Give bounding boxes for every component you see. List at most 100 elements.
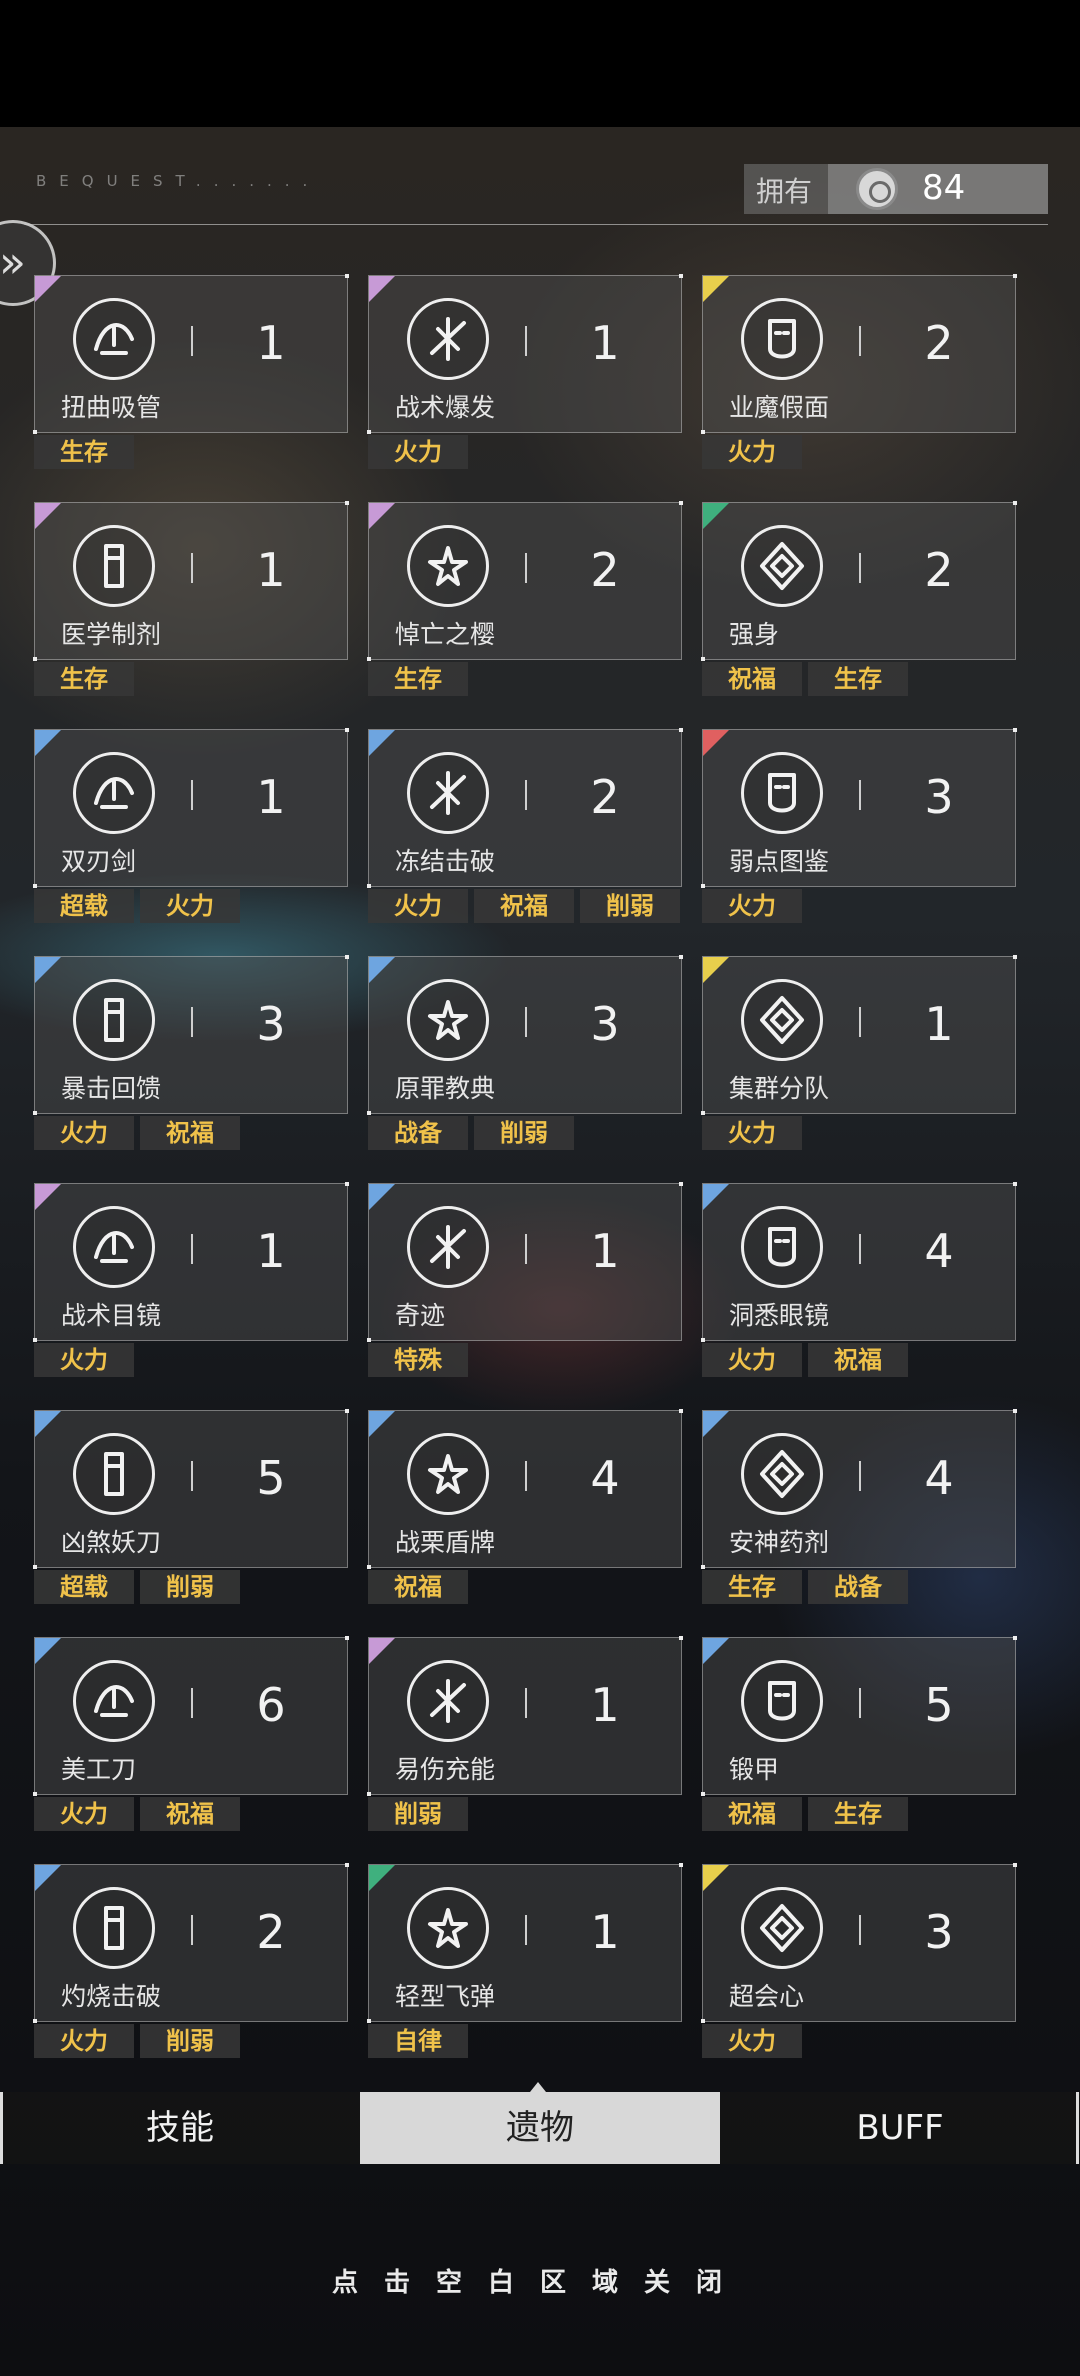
relic-tag: 生存 [368,662,468,696]
relic-card[interactable]: 2 冻结击破 [367,728,683,888]
corner-dot [701,2019,705,2023]
corner-dot [345,1409,349,1413]
corner-dot [701,430,705,434]
relic-tag: 火力 [702,1343,802,1377]
relic-card[interactable]: 1 集群分队 [701,955,1017,1115]
corner-dot [33,2019,37,2023]
relic-tag: 生存 [808,662,908,696]
corner-dot [1013,728,1017,732]
relic-tag: 火力 [702,2024,802,2058]
relic-count: 6 [256,1678,286,1732]
relic-tag: 火力 [368,889,468,923]
relic-card[interactable]: 6 美工刀 [33,1636,349,1796]
corner-dot [679,1409,683,1413]
utility-knife-icon [73,1660,155,1742]
relic-card[interactable]: 4 洞悉眼镜 [701,1182,1017,1342]
tab-buff[interactable]: BUFF [720,2092,1080,2164]
count-separator [191,1688,193,1718]
relic-name: 易伤充能 [395,1755,496,1784]
relic-count: 1 [924,997,954,1051]
top-black-bar [0,0,1080,127]
relic-count: 4 [924,1451,954,1505]
section-label: BEQUEST....... [36,172,321,190]
relic-count: 2 [924,543,954,597]
relic-card[interactable]: 3 弱点图鉴 [701,728,1017,888]
corner-dot [33,430,37,434]
relic-count: 3 [924,1905,954,1959]
relic-card[interactable]: 1 战术爆发 [367,274,683,434]
corner-dot [1013,1863,1017,1867]
relic-card[interactable]: 2 强身 [701,501,1017,661]
relic-name: 凶煞妖刀 [61,1528,162,1557]
relic-count: 1 [590,1224,620,1278]
relic-card[interactable]: 2 灼烧击破 [33,1863,349,2023]
relic-card[interactable]: 1 易伤充能 [367,1636,683,1796]
crit-feedback-icon [73,979,155,1061]
owned-value: 84 [922,168,966,208]
sin-codex-icon [407,979,489,1061]
relic-name: 战术爆发 [395,393,496,422]
relic-name: 双刃剑 [61,847,137,876]
relic-tag: 自律 [368,2024,468,2058]
rarity-marker [703,957,729,983]
tab-skills[interactable]: 技能 [0,2092,360,2164]
corner-dot [679,1182,683,1186]
relic-card[interactable]: 1 双刃剑 [33,728,349,888]
relic-card[interactable]: 3 超会心 [701,1863,1017,2023]
corner-dot [701,1565,705,1569]
relic-card[interactable]: 2 业魔假面 [701,274,1017,434]
relic-card[interactable]: 1 扭曲吸管 [33,274,349,434]
forged-armor-icon [741,1660,823,1742]
relic-name: 锻甲 [729,1755,780,1784]
corner-dot [345,1863,349,1867]
relic-card[interactable]: 2 悼亡之樱 [367,501,683,661]
relic-tag: 特殊 [368,1343,468,1377]
relic-count: 1 [590,1678,620,1732]
rarity-marker [35,1184,61,1210]
relic-card[interactable]: 3 暴击回馈 [33,955,349,1115]
relic-card[interactable]: 1 战术目镜 [33,1182,349,1342]
relic-count: 5 [924,1678,954,1732]
relic-tag: 祝福 [474,889,574,923]
relic-tag: 火力 [702,1116,802,1150]
corner-dot [367,884,371,888]
rarity-marker [369,503,395,529]
close-hint[interactable]: 点击空白区域关闭 [0,2262,1080,2299]
relic-card[interactable]: 4 安神药剂 [701,1409,1017,1569]
relic-tag: 祝福 [702,662,802,696]
relic-card[interactable]: 1 医学制剂 [33,501,349,661]
corner-dot [679,1863,683,1867]
relic-card[interactable]: 5 凶煞妖刀 [33,1409,349,1569]
relic-card[interactable]: 1 轻型飞弹 [367,1863,683,2023]
rarity-marker [369,276,395,302]
tactical-burst-icon [407,298,489,380]
medicine-bottle-icon [73,525,155,607]
count-separator [525,1007,527,1037]
corner-dot [679,501,683,505]
relic-tag: 火力 [702,889,802,923]
relic-name: 弱点图鉴 [729,847,830,876]
freeze-break-icon [407,752,489,834]
count-separator [525,1234,527,1264]
rarity-marker [369,1411,395,1437]
relic-card[interactable]: 1 奇迹 [367,1182,683,1342]
demon-mask-icon [741,298,823,380]
twisted-straw-icon [73,298,155,380]
relic-card[interactable]: 5 锻甲 [701,1636,1017,1796]
rarity-marker [369,957,395,983]
corner-dot [1013,274,1017,278]
relic-count: 5 [256,1451,286,1505]
tab-relics[interactable]: 遗物 [360,2092,720,2164]
count-separator [525,780,527,810]
corner-dot [345,728,349,732]
corner-dot [679,274,683,278]
count-separator [191,553,193,583]
corner-dot [679,728,683,732]
relic-tag: 火力 [34,2024,134,2058]
count-separator [525,1915,527,1945]
relic-tag: 超载 [34,1570,134,1604]
owned-label: 拥有 [756,175,813,208]
relic-card[interactable]: 3 原罪教典 [367,955,683,1115]
relic-tag: 削弱 [368,1797,468,1831]
relic-card[interactable]: 4 战栗盾牌 [367,1409,683,1569]
